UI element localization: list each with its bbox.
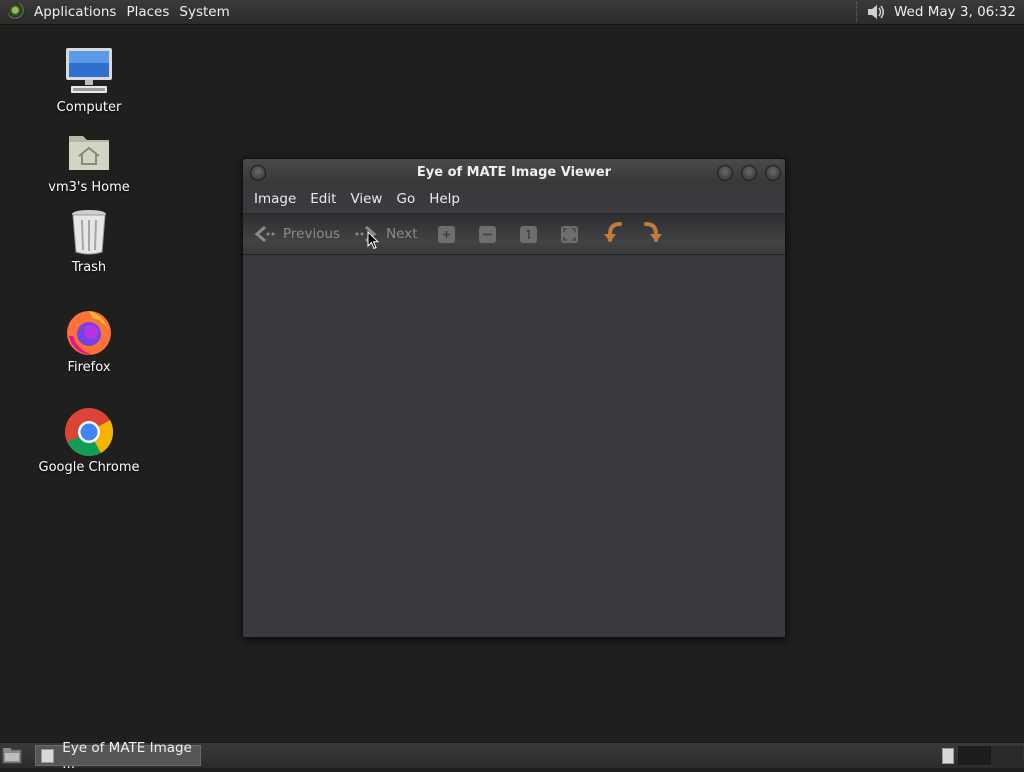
window-title: Eye of MATE Image Viewer xyxy=(416,164,612,180)
previous-arrow-icon xyxy=(254,225,275,243)
desktop-icon-label: Trash xyxy=(71,260,107,275)
trash-icon xyxy=(63,206,115,258)
menu-view[interactable]: View xyxy=(343,191,389,207)
zoom-in-icon[interactable] xyxy=(437,225,455,243)
desktop-icon-computer[interactable]: Computer xyxy=(34,46,144,115)
show-desktop-icon[interactable] xyxy=(2,747,22,764)
mouse-cursor-icon xyxy=(367,231,379,250)
menu-image[interactable]: Image xyxy=(247,191,303,207)
desktop-icon-label: Google Chrome xyxy=(38,460,140,475)
minimize-button[interactable] xyxy=(717,165,733,181)
menu-go[interactable]: Go xyxy=(389,191,422,207)
window-menu-button[interactable] xyxy=(250,165,266,181)
next-button[interactable]: Next xyxy=(354,224,418,244)
window-toolbar: Previous Next xyxy=(243,213,785,255)
menu-help[interactable]: Help xyxy=(422,191,467,207)
places-menu[interactable]: Places xyxy=(124,4,177,20)
firefox-icon xyxy=(63,306,115,358)
panel-separator xyxy=(855,2,860,22)
top-panel: Applications Places System Wed May 3, 06… xyxy=(0,0,1024,25)
previous-label: Previous xyxy=(283,226,341,242)
close-button[interactable] xyxy=(765,165,781,181)
zoom-out-icon[interactable] xyxy=(478,225,496,243)
menu-edit[interactable]: Edit xyxy=(303,191,343,207)
desktop-icon-label: vm3's Home xyxy=(48,180,130,195)
rotate-left-icon[interactable] xyxy=(602,220,624,248)
image-viewer-window: Eye of MATE Image Viewer Image Edit View… xyxy=(242,158,786,638)
mate-logo-icon[interactable] xyxy=(8,3,26,21)
zoom-fit-icon[interactable] xyxy=(560,225,578,243)
maximize-button[interactable] xyxy=(741,165,757,181)
workspace-1[interactable] xyxy=(958,746,991,765)
image-viewer-app-icon xyxy=(41,748,55,763)
desktop-icon-label: Computer xyxy=(56,100,122,115)
computer-icon xyxy=(63,46,115,98)
taskbar-item-image-viewer[interactable]: Eye of MATE Image ... xyxy=(35,740,201,772)
applications-menu[interactable]: Applications xyxy=(32,4,124,20)
workspace-2[interactable] xyxy=(990,746,1023,765)
desktop-icon-trash[interactable]: Trash xyxy=(34,206,144,275)
chrome-icon xyxy=(63,406,115,458)
desktop-icon-chrome[interactable]: Google Chrome xyxy=(34,406,144,475)
image-display-area[interactable] xyxy=(243,255,785,637)
clock[interactable]: Wed May 3, 06:32 xyxy=(894,4,1024,20)
desktop-icon-home[interactable]: vm3's Home xyxy=(34,126,144,195)
home-folder-icon xyxy=(63,126,115,178)
rotate-right-icon[interactable] xyxy=(642,220,664,248)
window-menubar: Image Edit View Go Help xyxy=(243,185,785,213)
workspace-indicator-icon[interactable] xyxy=(942,748,954,764)
window-titlebar[interactable]: Eye of MATE Image Viewer xyxy=(243,159,785,185)
desktop-icon-firefox[interactable]: Firefox xyxy=(34,306,144,375)
system-menu[interactable]: System xyxy=(177,4,237,20)
zoom-normal-icon[interactable] xyxy=(519,225,537,243)
taskbar-item-label: Eye of MATE Image ... xyxy=(62,739,192,772)
previous-button[interactable]: Previous xyxy=(253,224,340,244)
volume-icon[interactable] xyxy=(866,2,888,22)
desktop-icon-label: Firefox xyxy=(67,360,111,375)
bottom-panel: Eye of MATE Image ... xyxy=(0,740,1024,772)
next-label: Next xyxy=(386,226,418,242)
